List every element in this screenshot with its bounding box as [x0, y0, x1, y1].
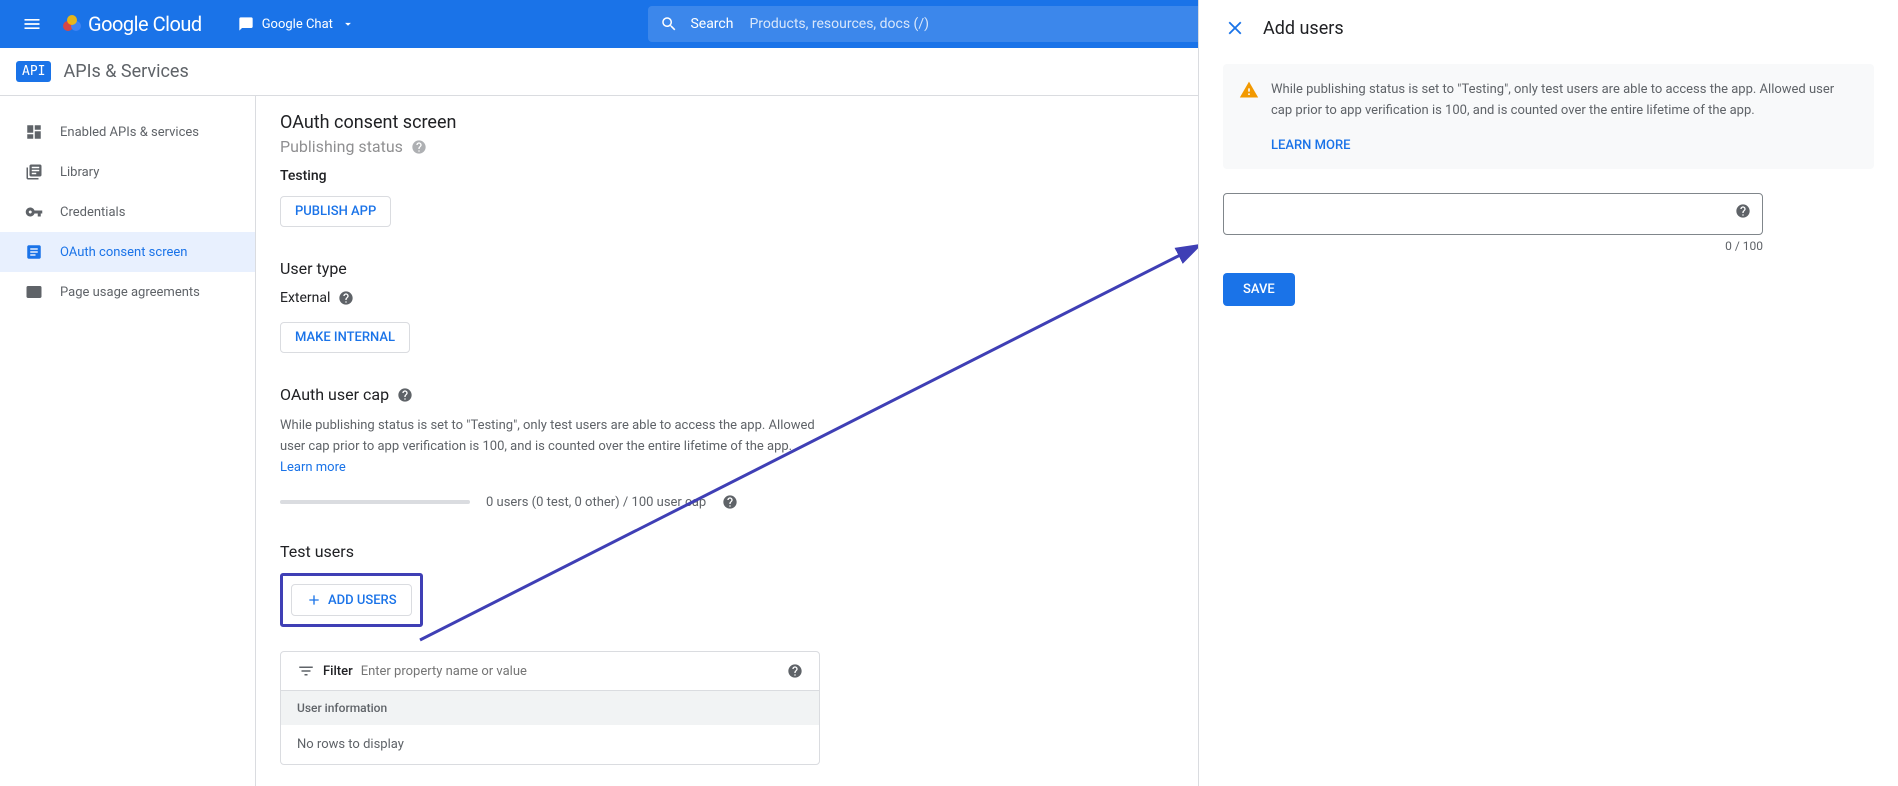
add-users-button[interactable]: ADD USERS [291, 584, 412, 616]
close-icon [1224, 17, 1246, 39]
key-icon [24, 202, 44, 222]
user-cap-heading: OAuth user cap [280, 385, 389, 404]
project-selector[interactable]: Google Chat [226, 10, 367, 38]
project-name: Google Chat [262, 17, 333, 32]
dashboard-icon [24, 122, 44, 142]
user-counter: 0 / 100 [1223, 239, 1763, 253]
table-empty-text: No rows to display [281, 725, 819, 764]
hamburger-menu-icon[interactable] [8, 0, 56, 48]
warning-box: While publishing status is set to "Testi… [1223, 64, 1874, 169]
sidebar-item-library[interactable]: Library [0, 152, 255, 192]
user-email-input[interactable] [1223, 193, 1763, 235]
sidebar-item-label: OAuth consent screen [60, 245, 187, 260]
sidebar-item-label: Enabled APIs & services [60, 125, 199, 140]
panel-title: Add users [1263, 18, 1344, 39]
dropdown-icon [341, 17, 355, 31]
sidebar-item-label: Credentials [60, 205, 125, 220]
help-icon[interactable] [1735, 203, 1751, 219]
add-users-panel: Add users While publishing status is set… [1198, 0, 1898, 786]
help-icon[interactable] [787, 663, 803, 679]
sidebar-item-page-usage[interactable]: Page usage agreements [0, 272, 255, 312]
sidebar: Enabled APIs & services Library Credenti… [0, 96, 256, 786]
plus-icon [306, 592, 322, 608]
warning-text: While publishing status is set to "Testi… [1271, 80, 1858, 122]
warning-icon [1239, 80, 1259, 100]
sidebar-item-enabled-apis[interactable]: Enabled APIs & services [0, 112, 255, 152]
search-label: Search [690, 16, 733, 32]
learn-more-button[interactable]: LEARN MORE [1271, 138, 1858, 153]
logo-text: Google Cloud [88, 12, 202, 36]
table-header: User information [281, 691, 819, 725]
help-icon[interactable] [338, 290, 354, 306]
help-icon[interactable] [411, 139, 427, 155]
publishing-status-heading: Publishing status [280, 137, 403, 156]
sidebar-item-oauth-consent[interactable]: OAuth consent screen [0, 232, 255, 272]
filter-input[interactable] [361, 664, 779, 679]
save-button[interactable]: SAVE [1223, 273, 1295, 306]
sidebar-item-label: Page usage agreements [60, 285, 200, 300]
publish-app-button[interactable]: PUBLISH APP [280, 196, 391, 227]
help-icon[interactable] [722, 494, 738, 510]
learn-more-link[interactable]: Learn more [280, 460, 346, 475]
sidebar-item-label: Library [60, 165, 99, 180]
help-icon[interactable] [397, 387, 413, 403]
add-users-label: ADD USERS [328, 593, 397, 608]
close-button[interactable] [1223, 16, 1247, 40]
user-cap-description: While publishing status is set to "Testi… [280, 418, 815, 454]
highlight-annotation: ADD USERS [280, 573, 423, 627]
progress-text: 0 users (0 test, 0 other) / 100 user cap [486, 495, 706, 510]
library-icon [24, 162, 44, 182]
filter-icon[interactable] [297, 662, 315, 680]
make-internal-button[interactable]: MAKE INTERNAL [280, 322, 410, 353]
service-title: APIs & Services [63, 61, 188, 82]
sidebar-item-credentials[interactable]: Credentials [0, 192, 255, 232]
chat-icon [238, 16, 254, 32]
consent-icon [24, 242, 44, 262]
agreement-icon [24, 282, 44, 302]
users-table: Filter User information No rows to displ… [280, 651, 820, 765]
progress-bar [280, 500, 470, 504]
filter-label: Filter [323, 664, 353, 679]
user-type-value: External [280, 290, 330, 306]
api-badge: API [16, 61, 51, 82]
google-cloud-logo[interactable]: Google Cloud [60, 12, 202, 36]
search-icon [660, 15, 678, 33]
